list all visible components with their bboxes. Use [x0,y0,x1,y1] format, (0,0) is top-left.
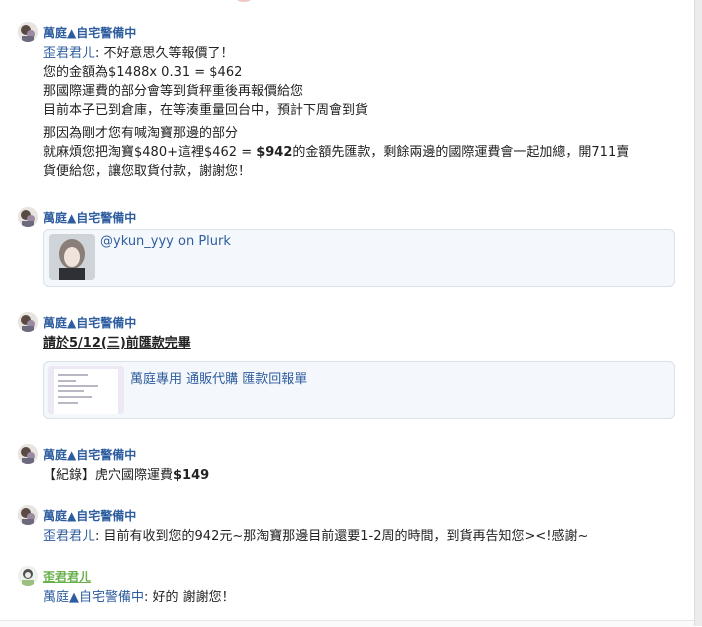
message-line: 萬庭▲自宅警備中: 好的 謝謝您！ [43,590,235,605]
amount-bold: $942 [256,145,293,160]
card-title[interactable]: @ykun_yyy on Plurk [100,234,231,249]
profile-thumbnail [49,234,95,280]
author-name[interactable]: 萬庭▲自宅警備中 [43,24,136,41]
user-avatar[interactable] [18,312,38,332]
user-avatar[interactable] [18,22,38,42]
link-preview-card[interactable]: 萬庭專用 通販代購 匯款回報單 [43,361,675,419]
user-avatar[interactable] [18,207,38,227]
author-name[interactable]: 萬庭▲自宅警備中 [43,507,136,524]
message-line: 目前本子已到倉庫，在等湊重量回台中，預計下周會到貨 [43,103,369,118]
message-line: 歪君君ㄦ: 目前有收到您的942元~那淘寶那邊目前還要1-2周的時間，到貨再告知… [43,529,589,544]
scrollbar[interactable] [694,0,702,626]
author-name[interactable]: 歪君君ㄦ [43,568,91,585]
user-avatar[interactable] [18,444,38,464]
card-title[interactable]: 萬庭專用 通販代購 匯款回報單 [130,368,307,387]
link-preview-card[interactable]: @ykun_yyy on Plurk [43,229,675,287]
author-name[interactable]: 萬庭▲自宅警備中 [43,314,136,331]
user-mention[interactable]: 萬庭▲自宅警備中 [43,590,144,605]
user-avatar[interactable] [18,566,38,586]
user-avatar[interactable] [18,505,38,525]
partial-avatar-edge [236,0,252,2]
response-item: 萬庭▲自宅警備中 請於5/12(三)前匯款完畢 萬庭專用 通販代購 匯款回報單 [18,312,686,419]
user-mention[interactable]: 歪君君ㄦ [43,46,95,61]
message-line: 貨便給您，讓您取貨付款，謝謝您！ [43,164,252,179]
user-mention[interactable]: 歪君君ㄦ [43,529,95,544]
response-item: 萬庭▲自宅警備中 歪君君ㄦ: 不好意思久等報價了！ 您的金額為$1488x 0.… [18,22,686,181]
message-line: 您的金額為$1488x 0.31 = $462 [43,65,243,80]
response-item: 歪君君ㄦ 萬庭▲自宅警備中: 好的 謝謝您！ [18,566,686,607]
message-line: 【紀錄】虎穴國際運費$149 [43,468,210,483]
message-line: 那國際運費的部分會等到貨秤重後再報價給您 [43,84,304,99]
message-line: 就麻煩您把淘寶$480+這裡$462 = $942的金額先匯款，剩餘兩邊的國際運… [43,145,630,160]
response-item: 萬庭▲自宅警備中 @ykun_yyy on Plurk [18,207,686,287]
author-name[interactable]: 萬庭▲自宅警備中 [43,209,136,226]
author-name[interactable]: 萬庭▲自宅警備中 [43,446,136,463]
message-line: 那因為剛才您有喊淘寶那邊的部分 [43,126,239,141]
form-thumbnail [48,366,124,414]
response-item: 萬庭▲自宅警備中 【紀錄】虎穴國際運費$149 [18,444,686,485]
response-item: 萬庭▲自宅警備中 歪君君ㄦ: 目前有收到您的942元~那淘寶那邊目前還要1-2周… [18,505,686,546]
deadline-heading: 請於5/12(三)前匯款完畢 [43,336,191,351]
message-line: 歪君君ㄦ: 不好意思久等報價了！ [43,46,234,61]
